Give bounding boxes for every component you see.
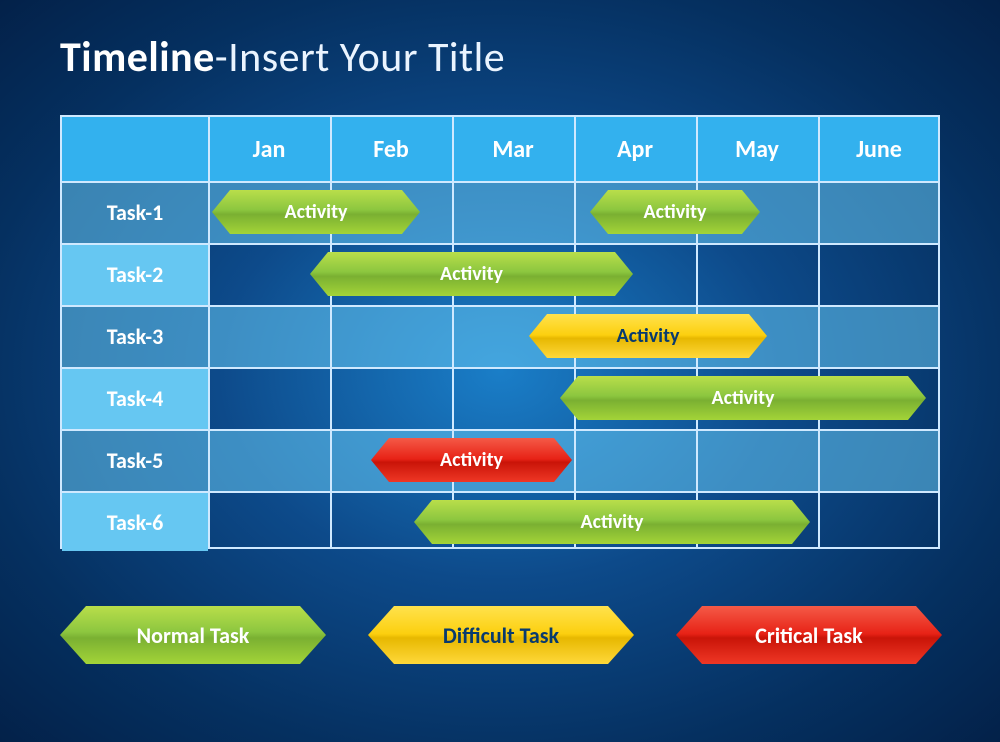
header-row: Jan Feb Mar Apr May June	[62, 117, 938, 181]
month-jan: Jan	[208, 117, 330, 181]
legend-critical[interactable]: Critical Task	[676, 606, 942, 664]
legend: Normal Task Difficult Task Critical Task	[60, 600, 940, 670]
title-bold: Timeline	[60, 32, 215, 83]
bar-task3[interactable]: Activity	[529, 314, 767, 358]
slide-title: Timeline-Insert Your Title	[60, 32, 505, 83]
legend-normal[interactable]: Normal Task	[60, 606, 326, 664]
task-label-4: Task-4	[62, 367, 208, 429]
task-label-2: Task-2	[62, 243, 208, 305]
slide: Timeline-Insert Your Title Jan Feb Mar A…	[0, 0, 1000, 742]
timeline-grid: Jan Feb Mar Apr May June Task-1 Task-2 T…	[60, 115, 940, 549]
bar-task4[interactable]: Activity	[560, 376, 926, 420]
task-label-3: Task-3	[62, 305, 208, 367]
task-label-5: Task-5	[62, 429, 208, 491]
bar-task6[interactable]: Activity	[414, 500, 810, 544]
month-feb: Feb	[330, 117, 452, 181]
row-line	[62, 491, 938, 493]
bar-task2[interactable]: Activity	[310, 252, 633, 296]
task-label-6: Task-6	[62, 491, 208, 553]
month-may: May	[696, 117, 818, 181]
bar-task1-b[interactable]: Activity	[590, 190, 760, 234]
task-label-1: Task-1	[62, 181, 208, 243]
row-line	[62, 243, 938, 245]
row-line	[62, 429, 938, 431]
row-line	[62, 181, 938, 183]
month-june: June	[818, 117, 940, 181]
month-mar: Mar	[452, 117, 574, 181]
legend-difficult[interactable]: Difficult Task	[368, 606, 634, 664]
bar-task1-a[interactable]: Activity	[212, 190, 420, 234]
title-rest: -Insert Your Title	[215, 32, 505, 83]
bar-task5[interactable]: Activity	[371, 438, 572, 482]
row-line	[62, 367, 938, 369]
month-apr: Apr	[574, 117, 696, 181]
row-line	[62, 305, 938, 307]
